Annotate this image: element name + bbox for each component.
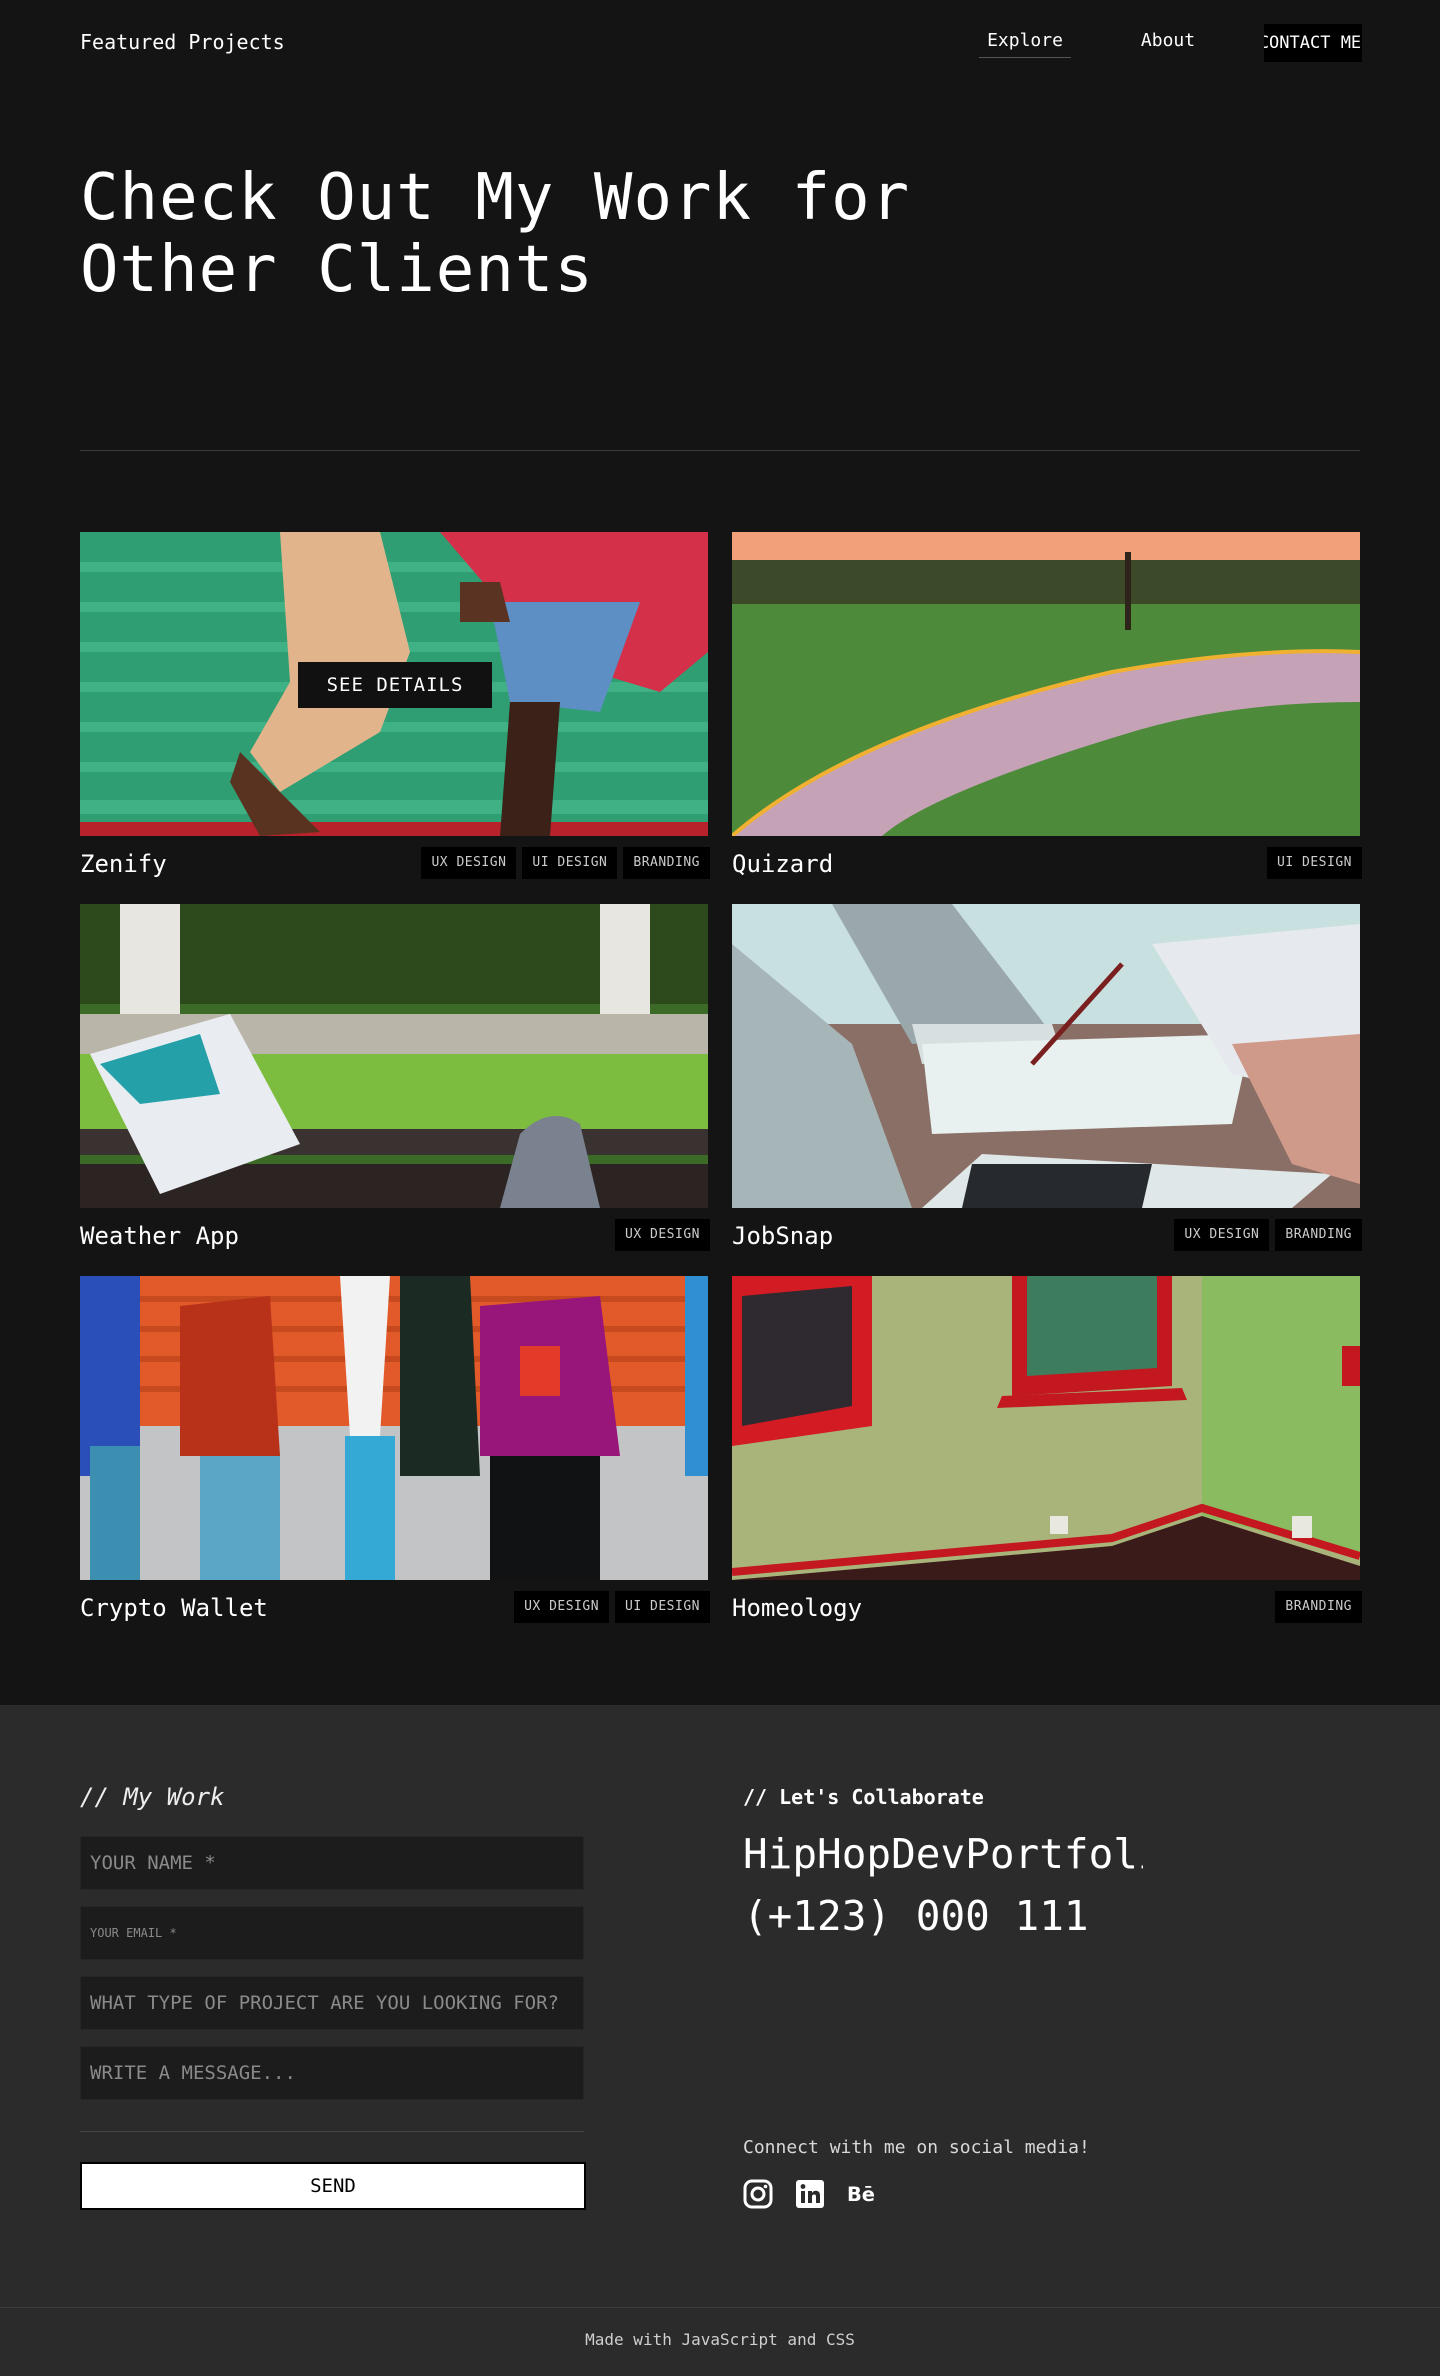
linkedin-icon[interactable] xyxy=(795,2179,825,2209)
phone-number[interactable]: (+123) 000 111 xyxy=(743,1892,1089,1940)
site-brand[interactable]: Featured Projects xyxy=(80,30,285,54)
project-title[interactable]: Weather App xyxy=(80,1222,239,1250)
contact-section: // My Work SEND // Let's Collaborate Hip… xyxy=(0,1705,1440,2307)
project-title[interactable]: Crypto Wallet xyxy=(80,1594,268,1622)
behance-icon[interactable]: Bē xyxy=(847,2179,877,2209)
social-links: Bē xyxy=(743,2179,877,2209)
email-field[interactable] xyxy=(80,1906,584,1960)
top-navigation: Featured Projects Explore About CONTACT … xyxy=(0,0,1440,90)
tag-badge: UX DESIGN xyxy=(514,1591,610,1623)
project-image-zenify[interactable]: SEE DETAILS xyxy=(80,532,708,836)
tag-badge: UI DESIGN xyxy=(1267,847,1362,879)
project-tags: UI DESIGN xyxy=(1267,847,1362,879)
contact-form-title: // My Work xyxy=(80,1783,225,1811)
project-card-quizard[interactable]: Quizard UI DESIGN xyxy=(732,532,1362,879)
tag-badge: UX DESIGN xyxy=(1174,1219,1270,1251)
name-field[interactable] xyxy=(80,1836,584,1890)
project-tags: UX DESIGN BRANDING xyxy=(1174,1219,1362,1251)
form-divider xyxy=(80,2131,584,2132)
project-tags: UX DESIGN UI DESIGN xyxy=(514,1591,710,1623)
project-image-weather-app[interactable] xyxy=(80,904,708,1208)
project-card-jobsnap[interactable]: JobSnap UX DESIGN BRANDING xyxy=(732,904,1362,1251)
tag-badge: BRANDING xyxy=(623,847,710,879)
see-details-button[interactable]: SEE DETAILS xyxy=(298,662,492,708)
social-caption: Connect with me on social media! xyxy=(743,2137,1090,2158)
contact-me-label: CONTACT ME xyxy=(1264,33,1362,53)
tag-badge: BRANDING xyxy=(1275,1219,1362,1251)
tag-badge: UX DESIGN xyxy=(421,847,517,879)
hero-section: Check Out My Work for Other Clients xyxy=(0,90,1440,452)
project-type-field[interactable] xyxy=(80,1976,584,2030)
hero-heading: Check Out My Work for Other Clients xyxy=(80,162,980,306)
project-image-homeology[interactable] xyxy=(732,1276,1360,1580)
project-card-crypto-wallet[interactable]: Crypto Wallet UX DESIGN UI DESIGN xyxy=(80,1276,710,1623)
tag-badge: BRANDING xyxy=(1275,1591,1362,1623)
project-card-weather-app[interactable]: Weather App UX DESIGN xyxy=(80,904,710,1251)
project-title[interactable]: Zenify xyxy=(80,850,167,878)
hero-heading-line2: Other Clients xyxy=(80,233,594,307)
nav-explore-link[interactable]: Explore xyxy=(979,30,1071,58)
project-card-zenify[interactable]: SEE DETAILS Zenify UX DESIGN UI DESIGN B… xyxy=(80,532,710,879)
tag-badge: UI DESIGN xyxy=(522,847,618,879)
tag-badge: UI DESIGN xyxy=(615,1591,710,1623)
project-image-crypto-wallet[interactable] xyxy=(80,1276,708,1580)
instagram-icon[interactable] xyxy=(743,2179,773,2209)
project-title[interactable]: JobSnap xyxy=(732,1222,833,1250)
svg-text:Bē: Bē xyxy=(847,2183,875,2206)
project-image-jobsnap[interactable] xyxy=(732,904,1360,1208)
project-image-quizard[interactable] xyxy=(732,532,1360,836)
nav-about-link[interactable]: About xyxy=(1130,30,1206,51)
hero-divider xyxy=(80,450,1360,451)
hero-heading-line1: Check Out My Work for xyxy=(80,161,911,235)
collaborate-title: // Let's Collaborate xyxy=(743,1785,984,1809)
site-footer: Made with JavaScript and CSS xyxy=(0,2307,1440,2376)
project-card-homeology[interactable]: Homeology BRANDING xyxy=(732,1276,1362,1623)
project-title[interactable]: Quizard xyxy=(732,850,833,878)
send-button[interactable]: SEND xyxy=(80,2162,586,2210)
footer-credit: Made with JavaScript and CSS xyxy=(585,2330,855,2349)
portfolio-name: HipHopDevPortfolio xyxy=(743,1830,1143,1878)
project-tags: UX DESIGN UI DESIGN BRANDING xyxy=(421,847,710,879)
message-field[interactable] xyxy=(80,2046,584,2100)
tag-badge: UX DESIGN xyxy=(615,1219,710,1251)
project-tags: UX DESIGN xyxy=(615,1219,710,1251)
project-tags: BRANDING xyxy=(1275,1591,1362,1623)
contact-me-button[interactable]: CONTACT ME xyxy=(1264,24,1362,62)
projects-grid: SEE DETAILS Zenify UX DESIGN UI DESIGN B… xyxy=(0,452,1440,1705)
project-title[interactable]: Homeology xyxy=(732,1594,862,1622)
